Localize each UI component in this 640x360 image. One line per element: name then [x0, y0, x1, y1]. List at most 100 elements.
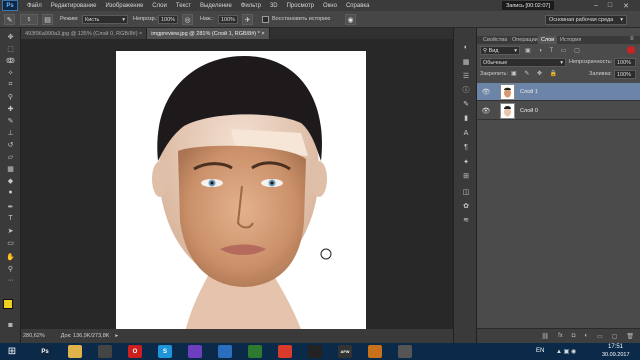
close-icon[interactable]: ✕ [620, 1, 632, 10]
layer-row-0[interactable]: 👁 Слой 0 [477, 102, 640, 120]
adjustments-panel-icon[interactable]: ☰ [460, 70, 472, 81]
menu-image[interactable]: Изображение [105, 3, 143, 9]
info-panel-icon[interactable]: ⓘ [460, 84, 472, 95]
maximize-icon[interactable]: □ [604, 1, 616, 10]
photoshop-icon[interactable]: Ps [38, 345, 52, 358]
layer-style-icon[interactable]: fx [558, 333, 563, 339]
foreground-color-swatch[interactable] [3, 299, 13, 309]
media-player-icon[interactable] [98, 345, 112, 358]
brush-panel-icon[interactable]: ▤ [42, 14, 53, 25]
pressure-opacity-icon[interactable]: ◎ [182, 14, 193, 25]
eraser-tool-icon[interactable]: ▱ [5, 152, 16, 161]
new-group-icon[interactable]: ▭ [597, 333, 603, 340]
menu-edit[interactable]: Редактирование [51, 3, 97, 9]
clock-time[interactable]: 17:51 [608, 344, 623, 350]
tab-layers[interactable]: Слои [538, 36, 558, 44]
menu-filter[interactable]: Фильтр [241, 3, 261, 9]
menu-file[interactable]: Файл [27, 3, 42, 9]
move-tool-icon[interactable]: ✥ [5, 32, 16, 41]
opera-icon[interactable]: O [128, 345, 142, 358]
dodge-tool-icon[interactable]: ● [5, 188, 16, 197]
blur-tool-icon[interactable]: ◆ [5, 176, 16, 185]
marquee-tool-icon[interactable]: ⬚ [5, 44, 16, 53]
tool-app-icon[interactable] [398, 345, 412, 358]
eye-icon[interactable]: 👁 [480, 107, 492, 115]
flow-input[interactable]: 100% [218, 15, 238, 24]
fill-input[interactable]: 100% [614, 70, 636, 79]
tab-properties[interactable]: Свойства [480, 36, 510, 44]
filter-icons[interactable]: ▣ ◑ T ▭ ▢ [525, 47, 583, 54]
menu-help[interactable]: Справка [346, 3, 370, 9]
eye-icon[interactable]: 👁 [480, 88, 492, 96]
layer-opacity-input[interactable]: 100% [614, 58, 636, 67]
crop-tool-icon[interactable]: ⌗ [5, 80, 16, 89]
lock-icons[interactable]: ▣ ✎ ✥ 🔒 [511, 70, 560, 77]
healing-tool-icon[interactable]: ✚ [5, 104, 16, 113]
opacity-input[interactable]: 100% [158, 15, 178, 24]
menu-3d[interactable]: 3D [270, 3, 278, 9]
history-checkbox[interactable] [262, 16, 269, 23]
language-indicator[interactable]: EN [536, 348, 544, 354]
canvas-area[interactable] [21, 39, 453, 329]
panel-menu-icon[interactable]: ≡ [630, 36, 634, 42]
afw-icon[interactable]: AFW [338, 345, 352, 358]
brush-preset-picker[interactable]: 5 [20, 14, 38, 25]
stamp-tool-icon[interactable]: ⊥ [5, 128, 16, 137]
history-brush-tool-icon[interactable]: ✎ [4, 14, 15, 25]
hand-tool-icon[interactable]: ✋ [5, 252, 16, 261]
menu-type[interactable]: Текст [176, 3, 191, 9]
more-tools-icon[interactable]: ··· [5, 276, 16, 285]
menu-view[interactable]: Просмотр [287, 3, 314, 9]
type-tool-icon[interactable]: T [5, 214, 16, 223]
pen-tool-icon[interactable]: ✒ [5, 202, 16, 211]
swatches-panel-icon[interactable]: ▦ [460, 56, 472, 67]
lasso-tool-icon[interactable]: ↂ [5, 56, 16, 65]
workspace-select[interactable]: Основная рабочая среда ▾ [545, 15, 627, 25]
layer-row-1[interactable]: 👁 Слой 1 [477, 83, 640, 101]
tab-history[interactable]: История [557, 36, 584, 44]
shape-tool-icon[interactable]: ▭ [5, 238, 16, 247]
link-layers-icon[interactable]: ⛓ [541, 333, 549, 340]
pressure-size-icon[interactable]: ◉ [345, 14, 356, 25]
color-panel-icon[interactable]: ◐ [460, 42, 472, 53]
new-layer-icon[interactable]: ▢ [612, 333, 618, 340]
tools-preset-icon[interactable]: ⊞ [460, 170, 472, 181]
path-select-tool-icon[interactable]: ➤ [5, 226, 16, 235]
menu-window[interactable]: Окно [323, 3, 337, 9]
tray-icons[interactable]: ▲ ▣ ◉ [556, 348, 576, 355]
vs-icon[interactable] [188, 345, 202, 358]
dark-app-icon[interactable] [308, 345, 322, 358]
chrome-icon[interactable] [278, 345, 292, 358]
tab-document-2[interactable]: imgpreview.jpg @ 281% (Слой 1, RGB/8#) *… [147, 28, 270, 39]
tab-actions[interactable]: Операции [509, 36, 541, 44]
character-panel-icon[interactable]: A [460, 128, 472, 139]
delete-layer-icon[interactable]: 🗑 [626, 333, 634, 340]
airbrush-icon[interactable]: ✈ [242, 14, 253, 25]
minimize-icon[interactable]: – [590, 1, 602, 10]
skype-icon[interactable]: S [158, 345, 172, 358]
filter-toggle[interactable] [627, 46, 635, 54]
gradient-tool-icon[interactable]: ▦ [5, 164, 16, 173]
clone-source-icon[interactable]: ✿ [460, 200, 472, 211]
menu-select[interactable]: Выделение [200, 3, 232, 9]
mode-select[interactable]: Кисть ▾ [82, 15, 128, 24]
document-image[interactable] [116, 51, 366, 329]
zoom-tool-icon[interactable]: ⚲ [5, 264, 16, 273]
brush-tool-icon[interactable]: ✎ [5, 116, 16, 125]
history-brush-icon[interactable]: ↺ [5, 140, 16, 149]
tab-document-1[interactable]: 493f96a990a3.jpg @ 135% (Слой 0, RGB/8#)… [21, 28, 148, 39]
clock-date[interactable]: 30.09.2017 [602, 352, 630, 358]
status-menu-icon[interactable]: ▸ [115, 333, 118, 339]
histogram-panel-icon[interactable]: ▮ [460, 112, 472, 123]
quick-mask-icon[interactable]: ◙ [5, 321, 16, 330]
cs-icon[interactable] [368, 345, 382, 358]
start-button[interactable]: ⊞ [4, 345, 20, 358]
menu-layers[interactable]: Слои [152, 3, 167, 9]
add-mask-icon[interactable]: ◘ [572, 333, 576, 339]
blend-mode-select[interactable]: Обычные ▾ [480, 58, 566, 67]
channels-panel-icon[interactable]: ≋ [460, 214, 472, 225]
arrow-app-icon[interactable] [218, 345, 232, 358]
brush-panel-icon[interactable]: ✎ [460, 98, 472, 109]
adjustment-layer-icon[interactable]: ◐ [584, 333, 588, 339]
eyedropper-tool-icon[interactable]: ⚲ [5, 92, 16, 101]
